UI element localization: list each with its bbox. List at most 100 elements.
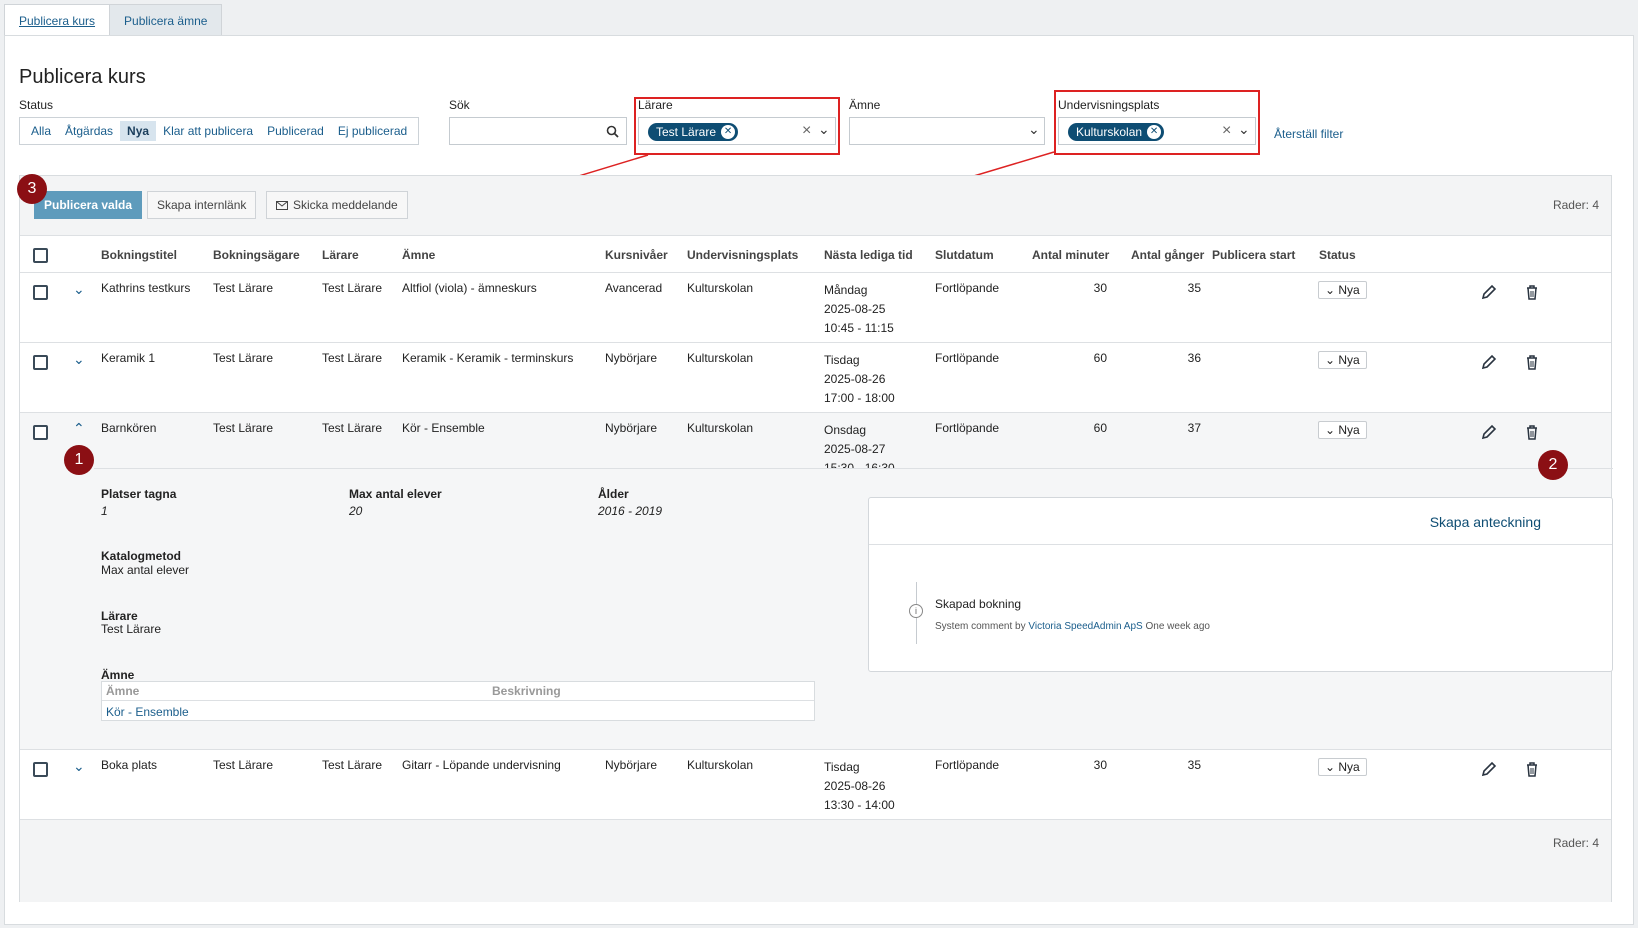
detail-divider	[94, 468, 1613, 469]
note-author-link[interactable]: Victoria SpeedAdmin ApS	[1028, 621, 1142, 632]
annotation-badge-2: 2	[1538, 450, 1568, 480]
row-next-day: Tisdag	[824, 353, 860, 367]
edit-pencil-icon[interactable]	[1480, 423, 1498, 441]
note-entry-title: Skapad bokning	[935, 597, 1022, 611]
row-end-date: Fortlöpande	[935, 421, 1000, 435]
detail-teacher-label: Lärare	[101, 609, 138, 623]
row-status-dropdown[interactable]: ⌄ Nya	[1318, 758, 1367, 776]
col-header-publish-start[interactable]: Publicera start	[1212, 248, 1295, 262]
chevron-down-icon: ⌄	[1325, 353, 1339, 367]
row-owner-link[interactable]: Test Lärare	[213, 349, 273, 368]
row-checkbox[interactable]	[33, 355, 48, 370]
row-times: 36	[1187, 351, 1201, 365]
expand-chevron-icon[interactable]: ⌄	[73, 350, 85, 369]
age-label: Ålder	[598, 487, 629, 501]
expand-chevron-icon[interactable]: ⌄	[73, 757, 85, 776]
note-entry-meta: System comment by Victoria SpeedAdmin Ap…	[935, 621, 1210, 632]
row-status-dropdown[interactable]: ⌄ Nya	[1318, 351, 1367, 369]
table-footer: Rader: 4	[20, 820, 1611, 902]
row-checkbox[interactable]	[33, 285, 48, 300]
chevron-down-icon: ⌄	[1325, 423, 1339, 437]
table-row: ⌄ Kathrins testkurs Test Lärare Test Lär…	[20, 273, 1611, 343]
row-next-day: Onsdag	[824, 423, 867, 437]
create-internal-link-button[interactable]: Skapa internlänk	[147, 191, 257, 219]
row-teacher-link[interactable]: Test Lärare	[322, 279, 382, 298]
col-header-place[interactable]: Undervisningsplats	[687, 248, 798, 262]
detail-teacher-value: Test Lärare	[101, 622, 162, 636]
row-status-label: Nya	[1338, 283, 1360, 297]
col-header-level[interactable]: Kursnivåer	[605, 248, 668, 262]
detail-subject-label: Ämne	[101, 668, 135, 682]
trash-icon[interactable]	[1523, 760, 1541, 778]
row-title: Boka plats	[101, 758, 158, 772]
row-status-dropdown[interactable]: ⌄ Nya	[1318, 421, 1367, 439]
row-minutes: 60	[1093, 421, 1107, 435]
row-times: 35	[1187, 758, 1201, 772]
edit-pencil-icon[interactable]	[1480, 353, 1498, 371]
rows-count: Rader: 4	[1552, 198, 1599, 212]
col-header-end-date[interactable]: Slutdatum	[935, 248, 994, 262]
collapse-chevron-icon[interactable]: ⌃	[73, 419, 85, 438]
col-header-teacher[interactable]: Lärare	[322, 248, 359, 262]
notes-panel: Skapa anteckning i Skapad bokning System…	[868, 497, 1613, 672]
seats-label: Platser tagna	[101, 487, 177, 501]
notes-divider	[869, 544, 1612, 545]
subtable-subject-link[interactable]: Kör - Ensemble	[106, 705, 189, 719]
row-teacher-link[interactable]: Test Lärare	[322, 756, 382, 775]
row-times: 35	[1187, 281, 1201, 295]
row-subject: Gitarr - Löpande undervisning	[402, 758, 561, 772]
col-header-times[interactable]: Antal gånger	[1131, 248, 1204, 262]
row-place: Kulturskolan	[687, 758, 754, 772]
annotation-badge-3: 3	[17, 174, 47, 204]
col-header-title[interactable]: Bokningstitel	[101, 248, 177, 262]
trash-icon[interactable]	[1523, 423, 1541, 441]
max-students-value: 20	[349, 504, 363, 518]
age-value: 2016 - 2019	[598, 504, 663, 518]
row-teacher-link[interactable]: Test Lärare	[322, 349, 382, 368]
max-students-label: Max antal elever	[349, 487, 442, 501]
expand-chevron-icon[interactable]: ⌄	[73, 280, 85, 299]
row-next-date: 2025-08-25	[824, 302, 886, 316]
publish-selected-button[interactable]: Publicera valda	[34, 191, 143, 219]
edit-pencil-icon[interactable]	[1480, 283, 1498, 301]
row-status-dropdown[interactable]: ⌄ Nya	[1318, 281, 1367, 299]
row-next-date: 2025-08-27	[824, 442, 886, 456]
row-teacher-link[interactable]: Test Lärare	[322, 419, 382, 438]
row-minutes: 30	[1093, 281, 1107, 295]
select-all-checkbox[interactable]	[33, 248, 48, 263]
row-next-time: 17:00 - 18:00	[824, 391, 895, 405]
row-subject: Kör - Ensemble	[402, 421, 485, 435]
col-header-owner[interactable]: Bokningsägare	[213, 248, 300, 262]
catalog-method-label: Katalogmetod	[101, 549, 182, 563]
row-next-day: Måndag	[824, 283, 868, 297]
col-header-next-time[interactable]: Nästa lediga tid	[824, 248, 913, 262]
row-level: Nybörjare	[605, 421, 658, 435]
send-message-label: Skicka meddelande	[293, 198, 398, 212]
col-header-minutes[interactable]: Antal minuter	[1032, 248, 1109, 262]
row-title: Keramik 1	[101, 351, 156, 365]
seats-value: 1	[101, 504, 108, 518]
row-times: 37	[1187, 421, 1201, 435]
subtable-header: Ämne Beskrivning	[102, 682, 814, 701]
row-owner-link[interactable]: Test Lärare	[213, 419, 273, 438]
row-checkbox[interactable]	[33, 762, 48, 777]
col-header-status[interactable]: Status	[1319, 248, 1356, 262]
subtable-col-description: Beskrivning	[492, 684, 561, 698]
row-checkbox[interactable]	[33, 425, 48, 440]
create-note-button[interactable]: Skapa anteckning	[1430, 514, 1541, 530]
col-header-subject[interactable]: Ämne	[402, 248, 435, 262]
trash-icon[interactable]	[1523, 283, 1541, 301]
row-next-time: 13:30 - 14:00	[824, 798, 895, 812]
send-message-button[interactable]: Skicka meddelande	[266, 191, 408, 219]
row-status-label: Nya	[1338, 760, 1360, 774]
row-owner-link[interactable]: Test Lärare	[213, 279, 273, 298]
subject-subtable: Ämne Beskrivning Kör - Ensemble	[101, 681, 815, 721]
trash-icon[interactable]	[1523, 353, 1541, 371]
edit-pencil-icon[interactable]	[1480, 760, 1498, 778]
table-row: ⌄ Keramik 1 Test Lärare Test Lärare Kera…	[20, 343, 1611, 413]
row-owner-link[interactable]: Test Lärare	[213, 756, 273, 775]
row-level: Nybörjare	[605, 351, 658, 365]
envelope-icon	[276, 201, 288, 210]
table-header: Bokningstitel Bokningsägare Lärare Ämne …	[20, 236, 1611, 273]
row-next-date: 2025-08-26	[824, 779, 886, 793]
